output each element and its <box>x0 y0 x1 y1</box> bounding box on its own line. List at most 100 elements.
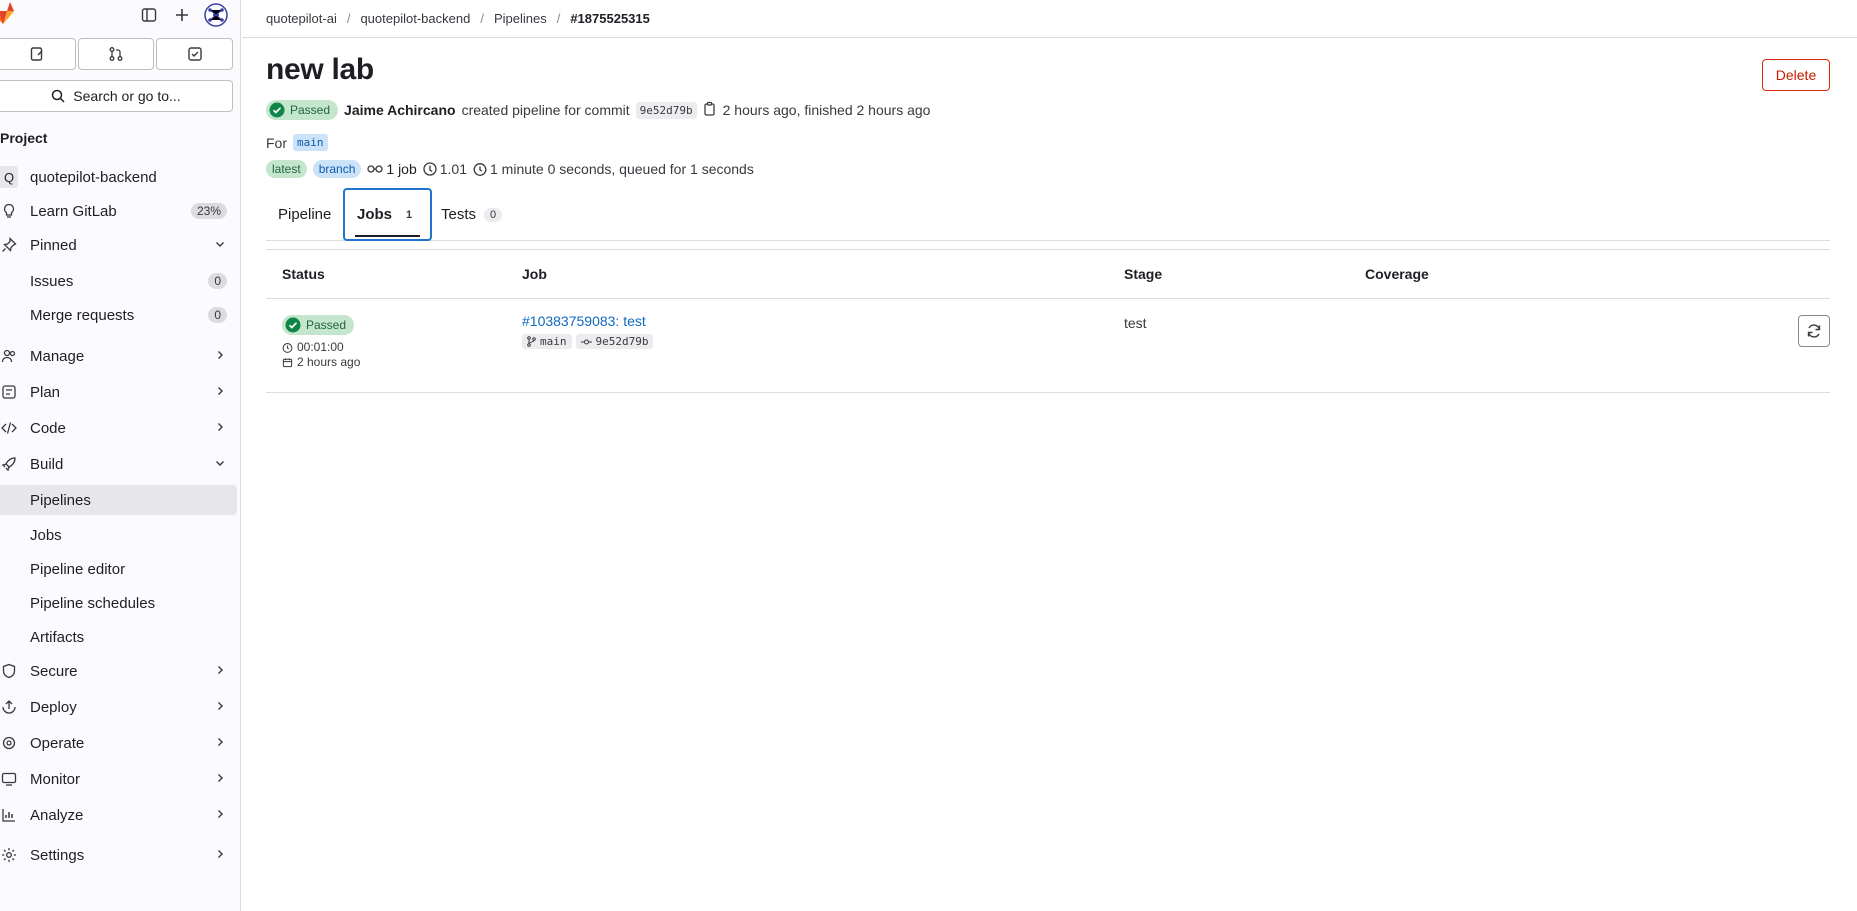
sidebar-counts <box>0 38 234 70</box>
chevron-right-icon <box>215 664 225 678</box>
page-title: new lab <box>266 53 374 86</box>
retry-button[interactable] <box>1798 315 1830 347</box>
commit-sha[interactable]: 9e52d79b <box>635 101 697 119</box>
compute-score: 1.01 <box>423 161 467 177</box>
job-branch-ref[interactable]: main <box>522 334 572 349</box>
build-label: Build <box>30 455 64 473</box>
chevron-right-icon <box>215 772 225 786</box>
duration: 1 minute 0 seconds, queued for 1 seconds <box>473 161 754 177</box>
tab-jobs-label: Jobs <box>357 206 393 223</box>
tab-tests-count: 0 <box>484 207 503 222</box>
job-commit-text: 9e52d79b <box>595 335 649 348</box>
artifacts-label: Artifacts <box>30 628 85 646</box>
deploy-icon <box>0 698 18 716</box>
tab-tests[interactable]: Tests 0 <box>441 188 503 241</box>
pipeline-tabs: Pipeline Jobs 1 Tests 0 <box>266 188 1830 241</box>
chevron-right-icon <box>215 385 225 399</box>
sidebar-item-pipeline-editor[interactable]: Pipeline editor <box>0 554 237 584</box>
code-label: Code <box>30 419 66 437</box>
created-text: created pipeline for commit <box>461 102 630 118</box>
jobs-count-text: 1 job <box>386 161 417 177</box>
tab-tests-label: Tests <box>441 206 477 223</box>
learn-progress-badge: 23% <box>190 203 227 219</box>
job-link[interactable]: #10383759083: test <box>522 313 653 329</box>
copy-icon[interactable] <box>703 101 717 120</box>
issues-icon <box>31 47 43 61</box>
gitlab-logo-icon[interactable] <box>0 2 22 26</box>
tab-jobs[interactable]: Jobs 1 <box>343 188 433 241</box>
sidebar-item-deploy[interactable]: Deploy <box>0 692 237 722</box>
job-status-text: Passed <box>306 318 347 332</box>
status-badge[interactable]: Passed <box>266 100 339 120</box>
sidebar-item-settings[interactable]: Settings <box>0 840 237 870</box>
time-text: 2 hours ago, finished 2 hours ago <box>722 102 931 118</box>
check-circle-icon <box>269 102 285 118</box>
sidebar-item-pipelines[interactable]: Pipelines <box>0 485 237 515</box>
sidebar-item-operate[interactable]: Operate <box>0 728 237 758</box>
sidebar-item-merge-requests[interactable]: Merge requests 0 <box>0 300 237 330</box>
table-row: Passed 00:01:00 2 hours ago #10383759083… <box>266 299 1830 393</box>
breadcrumb-separator: / <box>556 11 561 26</box>
sidebar-item-secure[interactable]: Secure <box>0 656 237 686</box>
sidebar-item-plan[interactable]: Plan <box>0 377 237 407</box>
sidebar-item-monitor[interactable]: Monitor <box>0 764 237 794</box>
todos-button[interactable] <box>156 38 234 70</box>
author-name[interactable]: Jaime Achircano <box>344 102 456 118</box>
sidebar-item-pipeline-schedules[interactable]: Pipeline schedules <box>0 588 237 618</box>
code-icon <box>0 419 18 437</box>
deploy-label: Deploy <box>30 698 77 716</box>
pin-icon <box>0 236 18 254</box>
sidebar-item-project[interactable]: Q quotepilot-backend <box>0 162 237 192</box>
delete-button[interactable]: Delete <box>1762 59 1830 91</box>
breadcrumb-pipeline-id[interactable]: #1875525315 <box>570 11 650 26</box>
merge-requests-button[interactable] <box>77 38 155 70</box>
job-finished: 2 hours ago <box>282 355 360 369</box>
job-duration: 00:01:00 <box>282 340 360 354</box>
breadcrumb-project[interactable]: quotepilot-backend <box>360 11 470 26</box>
breadcrumb-separator: / <box>346 11 351 26</box>
cloud-gear-icon <box>0 734 18 752</box>
retry-icon <box>1807 324 1821 338</box>
sidebar-item-artifacts[interactable]: Artifacts <box>0 622 237 652</box>
sidebar-item-code[interactable]: Code <box>0 413 237 443</box>
job-status-badge[interactable]: Passed <box>282 315 355 335</box>
learn-gitlab-label: Learn GitLab <box>30 202 117 220</box>
jobs-label: Jobs <box>30 526 62 544</box>
project-avatar: Q <box>0 166 18 188</box>
clock-icon <box>473 163 487 176</box>
search-button[interactable]: Search or go to... <box>0 80 233 112</box>
sidebar-item-jobs[interactable]: Jobs <box>0 520 237 550</box>
sidebar: Search or go to... Project Q quotepilot-… <box>0 0 241 911</box>
sidebar-item-manage[interactable]: Manage <box>0 341 237 371</box>
assigned-issues-button[interactable] <box>0 38 76 70</box>
breadcrumb-group[interactable]: quotepilot-ai <box>266 11 337 26</box>
sidebar-item-build[interactable]: Build <box>0 449 237 479</box>
operate-label: Operate <box>30 734 85 752</box>
tab-pipeline[interactable]: Pipeline <box>278 188 331 241</box>
branch-ref[interactable]: main <box>293 134 328 151</box>
settings-label: Settings <box>30 846 85 864</box>
sidebar-item-analyze[interactable]: Analyze <box>0 800 237 830</box>
job-cell: #10383759083: test main 9e52d79b <box>522 313 654 349</box>
sidebar-item-pinned[interactable]: Pinned <box>0 230 237 260</box>
job-commit-ref[interactable]: 9e52d79b <box>575 334 654 349</box>
project-name: quotepilot-backend <box>30 168 157 186</box>
plus-icon[interactable] <box>171 4 193 26</box>
sidebar-item-learn-gitlab[interactable]: Learn GitLab 23% <box>0 196 237 226</box>
collapse-sidebar-icon[interactable] <box>138 4 160 26</box>
users-icon <box>0 347 18 365</box>
breadcrumb: quotepilot-ai / quotepilot-backend / Pip… <box>242 0 1857 38</box>
breadcrumb-pipelines[interactable]: Pipelines <box>494 11 547 26</box>
sidebar-top <box>0 0 241 30</box>
job-status-cell: Passed 00:01:00 2 hours ago <box>282 315 360 369</box>
merge-requests-label: Merge requests <box>30 306 135 324</box>
user-avatar[interactable] <box>204 3 228 27</box>
job-refs: main 9e52d79b <box>522 334 654 349</box>
pipelines-label: Pipelines <box>30 491 91 509</box>
sidebar-item-issues[interactable]: Issues 0 <box>0 266 237 296</box>
todo-icon <box>187 47 202 61</box>
chevron-right-icon <box>215 349 225 363</box>
analyze-label: Analyze <box>30 806 84 824</box>
breadcrumb-separator: / <box>480 11 484 26</box>
check-circle-icon <box>285 317 301 333</box>
